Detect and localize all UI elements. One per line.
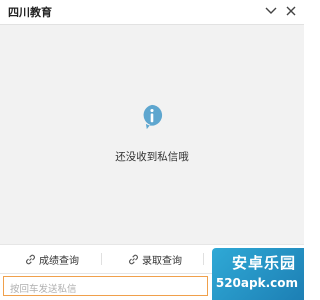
watermark-url: 520apk.com xyxy=(215,276,298,290)
divider xyxy=(101,253,102,265)
link-icon xyxy=(129,254,138,265)
watermark-text: 安卓乐园 xyxy=(231,254,296,272)
title-bar: 四川教育 xyxy=(0,0,304,25)
window-title: 四川教育 xyxy=(8,6,52,19)
minimize-button[interactable] xyxy=(262,2,280,20)
link-icon xyxy=(26,254,35,265)
divider xyxy=(203,253,204,265)
link-score-query[interactable]: 成绩查询 xyxy=(25,252,79,267)
empty-state-message: 还没收到私信哦 xyxy=(115,151,189,163)
info-icon xyxy=(143,104,163,130)
message-input-wrapper xyxy=(3,276,208,299)
message-input[interactable] xyxy=(4,280,207,299)
link-label: 录取查询 xyxy=(142,256,182,267)
message-area: 还没收到私信哦 xyxy=(0,25,304,244)
link-label: 成绩查询 xyxy=(39,256,79,267)
link-admission-query[interactable]: 录取查询 xyxy=(128,252,182,267)
close-icon xyxy=(286,6,296,16)
chevron-down-icon xyxy=(265,7,277,14)
close-button[interactable] xyxy=(282,2,300,20)
watermark-logo: 安卓乐园 520apk.com xyxy=(212,248,304,300)
